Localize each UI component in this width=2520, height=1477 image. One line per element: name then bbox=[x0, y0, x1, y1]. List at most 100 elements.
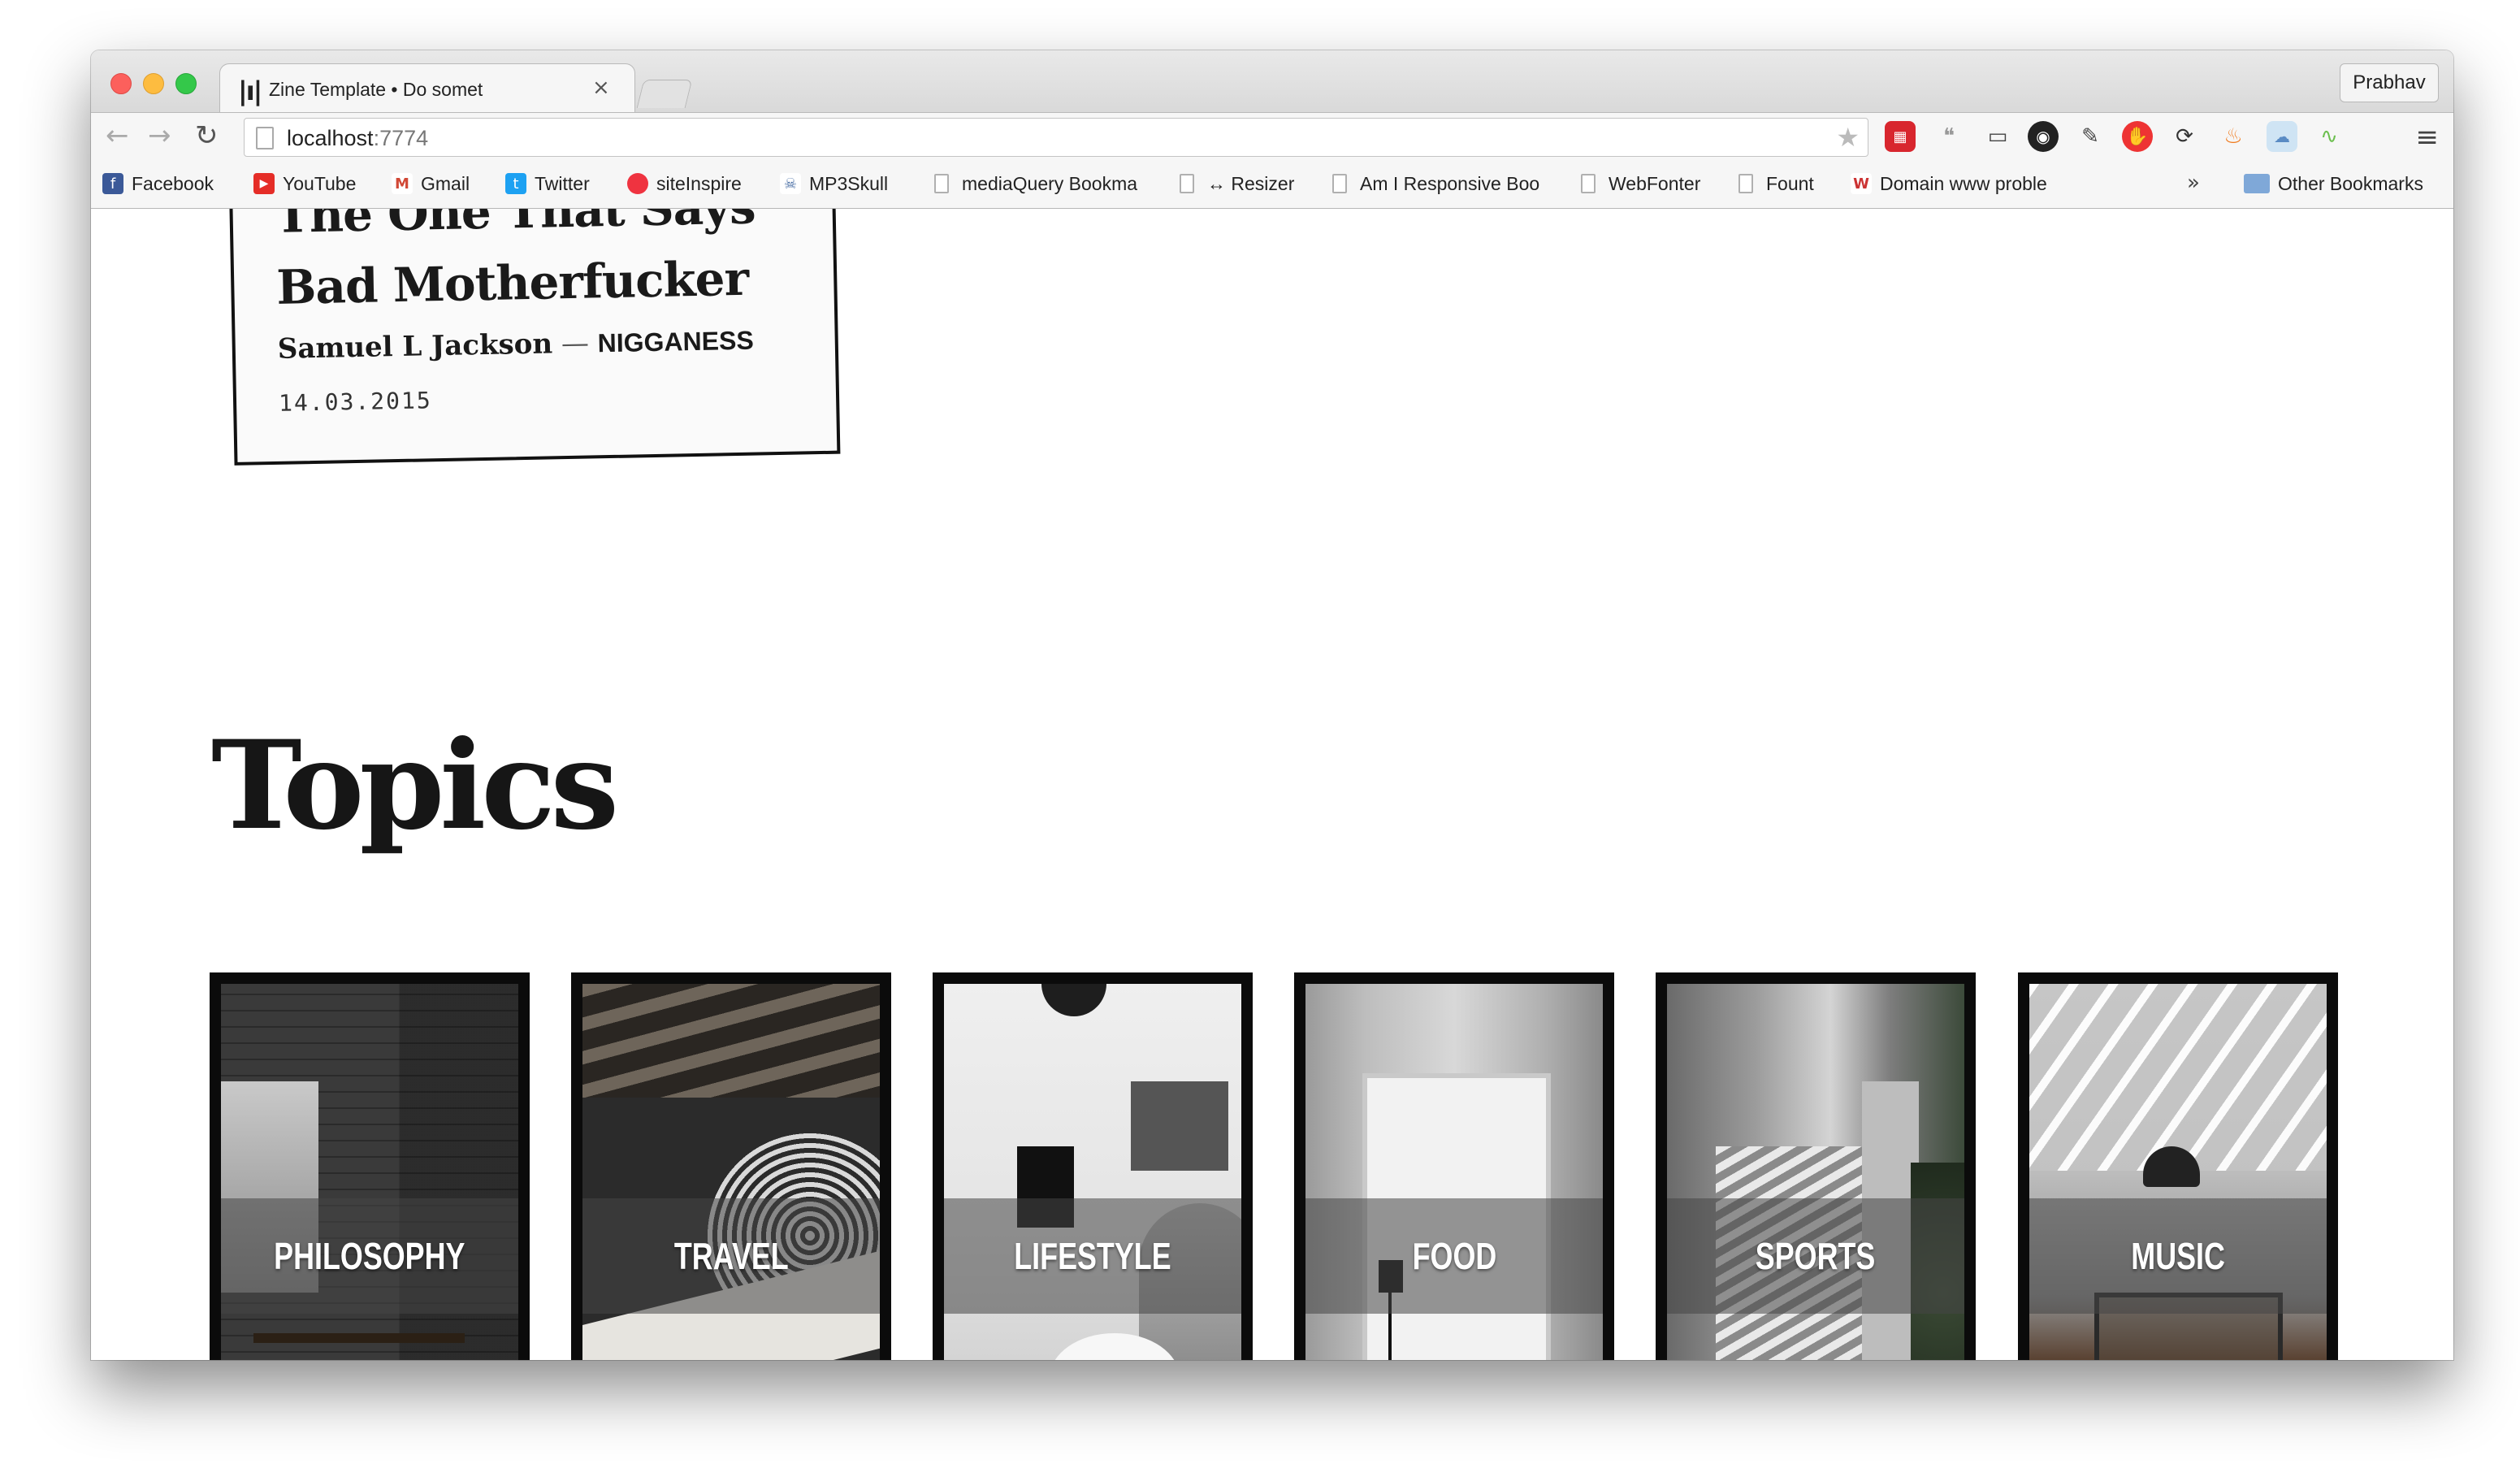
bookmark-label: siteInspire bbox=[656, 172, 742, 194]
bookmark-star-icon[interactable]: ★ bbox=[1836, 122, 1860, 153]
bookmark-webfonter[interactable]: WebFonter bbox=[1581, 171, 1700, 197]
quote-author: Samuel L Jackson bbox=[277, 327, 553, 366]
quote-title: The One That Says Bad Motherfucker bbox=[275, 209, 797, 323]
topic-label: PHILOSOPHY bbox=[274, 1235, 465, 1277]
bookmark-other-bookmarks[interactable]: Other Bookmarks bbox=[2244, 171, 2423, 197]
bookmark-label: Other Bookmarks bbox=[2278, 172, 2423, 194]
topic-label: LIFESTYLE bbox=[1014, 1235, 1171, 1277]
pendant-lamp-shape bbox=[1041, 984, 1106, 1016]
zoom-window-button[interactable] bbox=[175, 73, 197, 94]
bookmark-label: YouTube bbox=[283, 172, 357, 194]
topic-card-lifestyle[interactable]: LIFESTYLE bbox=[933, 972, 1253, 1360]
bookmarks-overflow-icon[interactable]: » bbox=[2187, 171, 2200, 195]
topic-card-philosophy[interactable]: PHILOSOPHY bbox=[210, 972, 530, 1360]
quote-card[interactable]: The One That Says Bad Motherfucker Samue… bbox=[227, 209, 841, 466]
document-icon bbox=[1738, 174, 1753, 193]
minimize-window-button[interactable] bbox=[143, 73, 164, 94]
bookmark-label: Twitter bbox=[535, 172, 590, 194]
facebook-icon: f bbox=[102, 173, 123, 194]
cast-icon[interactable]: ▭ bbox=[1982, 121, 2013, 152]
bookmark-label: Gmail bbox=[421, 172, 470, 194]
bookmark-gmail[interactable]: M Gmail bbox=[392, 171, 470, 197]
bookmark-facebook[interactable]: f Facebook bbox=[102, 171, 214, 197]
bookmarks-bar: f Facebook ▶ YouTube M Gmail t Twitter s… bbox=[91, 161, 2453, 209]
back-icon[interactable]: ← bbox=[106, 119, 129, 152]
topic-label: MUSIC bbox=[2131, 1235, 2225, 1277]
bookmark-mp3skull[interactable]: ☠ MP3Skull bbox=[780, 171, 888, 197]
url-text[interactable]: localhost:7774 bbox=[287, 126, 428, 151]
quote-date: 14.03.2015 bbox=[278, 387, 432, 417]
table-shape bbox=[253, 1333, 465, 1343]
quote-dash: — bbox=[552, 327, 599, 361]
quote-category[interactable]: NIGGANESS bbox=[597, 326, 754, 358]
page-icon bbox=[256, 127, 274, 149]
topic-photo: MUSIC bbox=[2029, 984, 2327, 1360]
bookmark-twitter[interactable]: t Twitter bbox=[505, 171, 590, 197]
browser-tab-active[interactable]: |ı| Zine Template • Do somet × bbox=[219, 63, 635, 115]
topic-label: SPORTS bbox=[1756, 1235, 1876, 1277]
extension-red-grid-icon[interactable]: ▦ bbox=[1885, 121, 1916, 152]
bookmark-label: Am I Responsive Boo bbox=[1360, 172, 1540, 194]
document-icon bbox=[1180, 174, 1194, 193]
document-icon bbox=[1332, 174, 1347, 193]
topic-band: LIFESTYLE bbox=[944, 1198, 1241, 1314]
tab-close-icon[interactable]: × bbox=[592, 76, 610, 100]
twitter-icon: t bbox=[505, 173, 526, 194]
topic-card-sports[interactable]: SPORTS bbox=[1656, 972, 1976, 1360]
bookmark-label: MP3Skull bbox=[809, 172, 889, 194]
folder-icon bbox=[2244, 174, 2270, 193]
document-icon bbox=[934, 174, 949, 193]
bookmark-label: Domain www proble bbox=[1880, 172, 2047, 194]
url-port: :7774 bbox=[373, 126, 429, 150]
address-bar[interactable]: localhost:7774 ★ bbox=[244, 118, 1868, 157]
toolbar: ← → ↻ localhost:7774 ★ ▦ ❝ ▭ ◉ ✎ ✋ ⟳ ♨ ☁… bbox=[91, 112, 2453, 162]
profile-button[interactable]: Prabhav bbox=[2340, 63, 2439, 102]
topic-label: FOOD bbox=[1412, 1235, 1496, 1277]
topic-band: MUSIC bbox=[2029, 1198, 2327, 1314]
extension-flame-icon[interactable]: ♨ bbox=[2218, 121, 2249, 152]
topic-photo: LIFESTYLE bbox=[944, 984, 1241, 1360]
extension-pen-icon[interactable]: ✎ bbox=[2075, 121, 2106, 152]
bookmark-mediaquery[interactable]: mediaQuery Bookma bbox=[934, 171, 1137, 197]
bookmark-am-i-responsive[interactable]: Am I Responsive Boo bbox=[1332, 171, 1539, 197]
bookmark-label: Fount bbox=[1766, 172, 1814, 194]
w-icon: W bbox=[1851, 173, 1872, 194]
bookmark-siteinspire[interactable]: siteInspire bbox=[627, 171, 742, 197]
bookmark-fount[interactable]: Fount bbox=[1738, 171, 1814, 197]
topic-photo: PHILOSOPHY bbox=[221, 984, 518, 1360]
bookmark-youtube[interactable]: ▶ YouTube bbox=[253, 171, 356, 197]
topic-card-travel[interactable]: TRAVEL bbox=[571, 972, 891, 1360]
forward-icon[interactable]: → bbox=[148, 119, 171, 152]
extension-cloud-icon[interactable]: ☁ bbox=[2267, 121, 2297, 152]
topics-heading: Topics bbox=[211, 714, 619, 857]
topic-band: TRAVEL bbox=[582, 1198, 880, 1314]
topic-band: FOOD bbox=[1305, 1198, 1603, 1314]
siteinspire-icon bbox=[627, 173, 648, 194]
youtube-icon: ▶ bbox=[253, 173, 275, 194]
new-tab-button[interactable] bbox=[636, 80, 693, 108]
extension-speech-icon[interactable]: ❝ bbox=[1933, 121, 1964, 152]
reload-icon[interactable]: ↻ bbox=[195, 119, 219, 152]
quote-meta: Samuel L Jackson — NIGGANESS bbox=[277, 324, 754, 366]
bookmark-domain[interactable]: W Domain www proble bbox=[1851, 171, 2047, 197]
extension-audio-wave-icon[interactable]: ∿ bbox=[2314, 121, 2345, 152]
topic-photo: SPORTS bbox=[1667, 984, 1964, 1360]
tab-title: Zine Template • Do somet bbox=[269, 79, 483, 100]
gmail-icon: M bbox=[392, 173, 413, 194]
topic-band: PHILOSOPHY bbox=[221, 1198, 518, 1314]
topic-card-music[interactable]: MUSIC bbox=[2018, 972, 2338, 1360]
close-window-button[interactable] bbox=[110, 73, 132, 94]
extension-dark-circle-icon[interactable]: ◉ bbox=[2028, 121, 2059, 152]
title-bar: |ı| Zine Template • Do somet × Prabhav bbox=[91, 50, 2453, 115]
bookmark-label: ↔ Resizer bbox=[1207, 172, 1295, 194]
quote-title-line2: Bad Motherfucker bbox=[275, 250, 749, 315]
bookmark-label: Facebook bbox=[132, 172, 214, 194]
chrome-menu-icon[interactable]: ≡ bbox=[2416, 121, 2440, 154]
extension-sync-icon[interactable]: ⟳ bbox=[2169, 121, 2200, 152]
topic-label: TRAVEL bbox=[673, 1235, 789, 1277]
mp3skull-icon: ☠ bbox=[780, 173, 801, 194]
topic-card-food[interactable]: FOOD bbox=[1294, 972, 1614, 1360]
url-host: localhost bbox=[287, 126, 374, 150]
adblock-icon[interactable]: ✋ bbox=[2122, 121, 2153, 152]
bookmark-resizer[interactable]: ↔ Resizer bbox=[1180, 171, 1294, 197]
